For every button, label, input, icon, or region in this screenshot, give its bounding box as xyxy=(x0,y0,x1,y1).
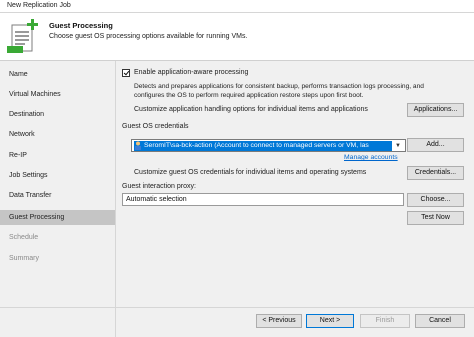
sidebar-item-summary[interactable]: Summary xyxy=(0,251,115,266)
credentials-customize-label: Customize guest OS credentials for indiv… xyxy=(134,169,367,176)
sidebar-item-job-settings[interactable]: Job Settings xyxy=(0,168,115,183)
chevron-down-icon[interactable]: ▼ xyxy=(393,141,403,151)
sidebar-item-name[interactable]: Name xyxy=(0,67,115,82)
cancel-button[interactable]: Cancel xyxy=(415,314,465,328)
test-now-button[interactable]: Test Now xyxy=(407,211,464,225)
manage-accounts-link[interactable]: Manage accounts xyxy=(344,154,398,161)
window-titlebar: New Replication Job xyxy=(0,0,474,13)
credentials-selected-value: SeromIT\sa-bck-action (Account to connec… xyxy=(134,141,392,151)
wizard-steps-sidebar: Name Virtual Machines Destination Networ… xyxy=(0,61,116,337)
page-title: Guest Processing xyxy=(49,21,113,30)
finish-button[interactable]: Finish xyxy=(360,314,410,328)
window-title: New Replication Job xyxy=(7,2,71,9)
sidebar-item-virtual-machines[interactable]: Virtual Machines xyxy=(0,87,115,102)
guest-interaction-proxy-field[interactable]: Automatic selection xyxy=(122,193,404,206)
guest-os-credentials-label: Guest OS credentials xyxy=(122,123,189,130)
sidebar-item-guest-processing[interactable]: Guest Processing xyxy=(0,210,115,225)
sidebar-item-destination[interactable]: Destination xyxy=(0,107,115,122)
user-account-icon xyxy=(135,141,141,150)
choose-proxy-button[interactable]: Choose... xyxy=(407,193,464,207)
applications-button[interactable]: Applications... xyxy=(407,103,464,117)
sidebar-item-re-ip[interactable]: Re-IP xyxy=(0,148,115,163)
guest-interaction-proxy-label: Guest interaction proxy: xyxy=(122,183,196,190)
wizard-header: Guest Processing Choose guest OS process… xyxy=(0,13,474,61)
page-subtitle: Choose guest OS processing options avail… xyxy=(49,33,248,40)
app-aware-label: Enable application-aware processing xyxy=(134,69,249,76)
replication-job-icon xyxy=(7,19,38,53)
sidebar-item-schedule[interactable]: Schedule xyxy=(0,230,115,245)
next-button[interactable]: Next > xyxy=(306,314,354,328)
sidebar-item-network[interactable]: Network xyxy=(0,127,115,142)
applications-customize-label: Customize application handling options f… xyxy=(134,106,368,113)
previous-button[interactable]: < Previous xyxy=(256,314,302,328)
credentials-dropdown[interactable]: SeromIT\sa-bck-action (Account to connec… xyxy=(131,139,406,152)
add-credentials-button[interactable]: Add... xyxy=(407,138,464,152)
credentials-button[interactable]: Credentials... xyxy=(407,166,464,180)
footer-divider xyxy=(0,307,474,308)
sidebar-item-data-transfer[interactable]: Data Transfer xyxy=(0,188,115,203)
app-aware-description-line1: Detects and prepares applications for co… xyxy=(134,83,424,90)
app-aware-checkbox[interactable] xyxy=(122,69,130,77)
app-aware-description-line2: configures the OS to perform required ap… xyxy=(134,92,364,99)
